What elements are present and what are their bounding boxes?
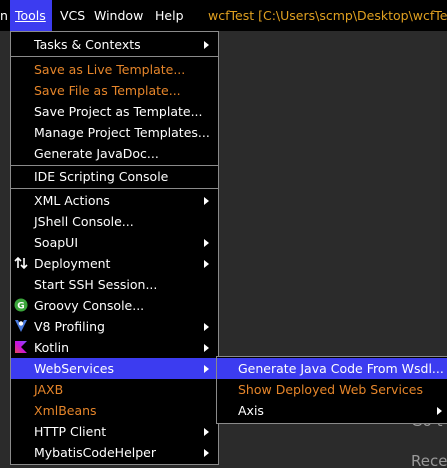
menu-item-generate-javadoc[interactable]: Generate JavaDoc... (11, 143, 218, 164)
menu-item-label: MybatisCodeHelper (34, 445, 156, 460)
menu-item-tasks-contexts[interactable]: Tasks & Contexts (11, 34, 218, 55)
webservices-submenu: Generate Java Code From Wsdl... Show Dep… (216, 356, 447, 424)
menu-tools[interactable]: Tools (10, 0, 52, 31)
deployment-icon (14, 256, 28, 270)
menu-item-label: Generate Java Code From Wsdl... (238, 361, 444, 376)
submenu-arrow-icon (204, 449, 209, 457)
menu-item-label: Save as Live Template... (34, 62, 186, 77)
menu-item-webservices[interactable]: WebServices (11, 358, 218, 379)
submenu-arrow-icon (204, 428, 209, 436)
menu-item-label: Generate JavaDoc... (34, 146, 159, 161)
menu-item-label: Show Deployed Web Services (238, 382, 424, 397)
menu-item-label: V8 Profiling (34, 319, 105, 334)
menu-partial-item[interactable]: n (0, 0, 10, 31)
menu-item-jshell-console[interactable]: JShell Console... (11, 211, 218, 232)
submenu-arrow-icon (204, 323, 209, 331)
menu-item-label: Deployment (34, 256, 111, 271)
window-title: wcfTest [C:\Users\scmp\Desktop\wcfTest] (208, 8, 447, 23)
menu-item-label: IDE Scripting Console (34, 169, 169, 184)
menu-item-label: Save File as Template... (34, 83, 181, 98)
menu-item-label: Tasks & Contexts (34, 37, 141, 52)
menu-tools-label: Tools (15, 8, 46, 23)
submenu-arrow-icon (204, 197, 209, 205)
submenu-arrow-icon (204, 344, 209, 352)
menu-item-xml-actions[interactable]: XML Actions (11, 190, 218, 211)
menu-item-mybatiscodehelper[interactable]: MybatisCodeHelper (11, 442, 218, 463)
menu-item-http-client[interactable]: HTTP Client (11, 421, 218, 442)
menu-item-label: Kotlin (34, 340, 69, 355)
menu-bar: n Tools VCS Window Help wcfTest [C:\User… (0, 0, 447, 31)
menu-item-manage-project-templates[interactable]: Manage Project Templates... (11, 122, 218, 143)
menu-item-label: HTTP Client (34, 424, 107, 439)
menu-item-label: WebServices (34, 361, 114, 376)
menu-item-label: JAXB (34, 382, 64, 397)
menu-item-label: Groovy Console... (34, 298, 145, 313)
menu-item-label: Manage Project Templates... (34, 125, 210, 140)
submenu-arrow-icon (437, 407, 442, 415)
menu-item-label: JShell Console... (34, 214, 134, 229)
menu-item-label: Axis (238, 403, 264, 418)
menu-help[interactable]: Help (155, 0, 184, 31)
menu-item-jaxb[interactable]: JAXB (11, 379, 218, 400)
submenu-arrow-icon (204, 365, 209, 373)
menu-item-label: Start SSH Session... (34, 277, 158, 292)
menu-item-label: SoapUI (34, 235, 79, 250)
menu-item-kotlin[interactable]: Kotlin (11, 337, 218, 358)
menu-item-groovy-console[interactable]: G Groovy Console... (11, 295, 218, 316)
menu-item-start-ssh-session[interactable]: Start SSH Session... (11, 274, 218, 295)
menu-item-save-file-template[interactable]: Save File as Template... (11, 80, 218, 101)
menu-item-generate-java-code-from-wsdl[interactable]: Generate Java Code From Wsdl... (217, 358, 447, 379)
menu-item-axis[interactable]: Axis (217, 400, 447, 421)
menu-item-label: Save Project as Template... (34, 104, 203, 119)
kotlin-icon (15, 341, 27, 353)
menu-item-label: XML Actions (34, 193, 110, 208)
menu-item-ide-scripting-console[interactable]: IDE Scripting Console (11, 166, 218, 187)
menu-item-deployment[interactable]: Deployment (11, 253, 218, 274)
submenu-arrow-icon (204, 260, 209, 268)
menu-vcs[interactable]: VCS (60, 0, 85, 31)
ide-window: Go t Rece n Tools VCS Window Help wcfTes… (0, 0, 447, 468)
background-text-recent: Rece (411, 452, 447, 468)
menu-item-show-deployed-web-services[interactable]: Show Deployed Web Services (217, 379, 447, 400)
menu-item-save-project-template[interactable]: Save Project as Template... (11, 101, 218, 122)
menu-item-label: XmlBeans (34, 403, 97, 418)
submenu-arrow-icon (204, 41, 209, 49)
menu-separator (11, 56, 218, 57)
submenu-arrow-icon (204, 239, 209, 247)
svg-text:G: G (17, 302, 24, 312)
menu-item-soapui[interactable]: SoapUI (11, 232, 218, 253)
menu-item-xmlbeans[interactable]: XmlBeans (11, 400, 218, 421)
menu-separator (11, 188, 218, 189)
tools-menu: Tasks & Contexts Save as Live Template..… (10, 31, 219, 465)
menu-item-save-live-template[interactable]: Save as Live Template... (11, 59, 218, 80)
menu-window[interactable]: Window (94, 0, 143, 31)
groovy-icon: G (14, 298, 28, 312)
v8-icon (15, 320, 27, 332)
menu-item-v8-profiling[interactable]: V8 Profiling (11, 316, 218, 337)
